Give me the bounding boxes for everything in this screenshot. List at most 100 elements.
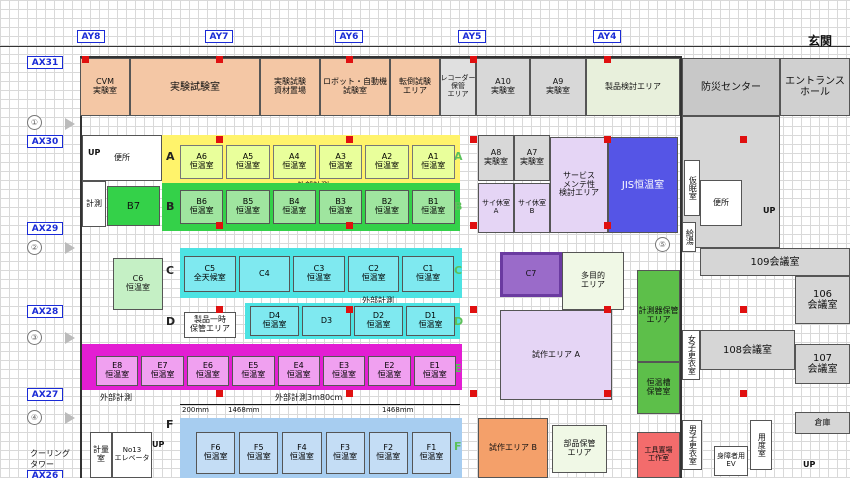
room-b4: B4 恒温室 (272, 190, 316, 224)
column-marker (82, 56, 89, 63)
room-c3: C3 恒温室 (293, 256, 345, 292)
room-e3: E3 恒温室 (322, 356, 366, 386)
room-label: 恒温室 (195, 370, 220, 379)
room-tenso: 転倒試験 エリア (390, 58, 440, 116)
room-label: 恒温室 (282, 206, 307, 215)
room-service-mente: サービス メンテ性 検討エリア (550, 137, 608, 233)
room-toilet-right: 便所 (700, 180, 742, 226)
row-f-rooms: F6 恒温室 F5 恒温室 F4 恒温室 F3 恒温室 F2 恒温室 F1 恒温室 (196, 432, 452, 474)
room-e5: E5 恒温室 (232, 356, 275, 386)
axis-ay7: AY7 (205, 30, 233, 43)
room-f5: F5 恒温室 (239, 432, 279, 474)
dim-b: 1468mm (228, 406, 260, 414)
room-e1: E1 恒温室 (413, 356, 456, 386)
room-recorder: レコーダー 保管 エリア (440, 58, 476, 116)
room-f6: F6 恒温室 (196, 432, 236, 474)
room-b1: B1 恒温室 (411, 190, 455, 224)
room-label: 恒温室 (421, 206, 446, 215)
room-ryokaku: 用度室 (750, 420, 772, 470)
room-kaigi107: 107 会議室 (795, 344, 850, 384)
room-label: 恒温室 (289, 452, 314, 461)
room-label: 恒温室 (246, 452, 271, 461)
room-f1: F1 恒温室 (411, 432, 452, 474)
room-label: 恒温室 (328, 161, 353, 170)
row-letter-d-right: D (454, 315, 464, 328)
genkan-label: 玄関 (808, 34, 833, 48)
row-letter-c-right: C (454, 264, 463, 277)
room-b7: B7 (107, 186, 160, 226)
column-marker (216, 222, 223, 229)
room-label: 恒温室 (418, 320, 443, 329)
room-b5: B5 恒温室 (226, 190, 270, 224)
room-toilet: 便所 (82, 135, 162, 181)
room-cvm: CVM 実験室 (80, 58, 130, 116)
room-c4: C4 (238, 256, 291, 292)
room-a1: A1 恒温室 (411, 145, 455, 179)
row-b-rooms: B6 恒温室 B5 恒温室 B4 恒温室 B3 恒温室 B2 恒温室 B1 恒温室 (180, 190, 455, 224)
circle-mark-4: ④ (27, 410, 42, 425)
axis-ay8: AY8 (77, 30, 105, 43)
room-label: 恒温室 (105, 370, 130, 379)
column-marker (604, 390, 611, 397)
row-e-rooms: E8 恒温室 E7 恒温室 E6 恒温室 E5 恒温室 E4 恒温室 E3 恒温室 E2 恒温室 E1 恒温室 (96, 356, 456, 386)
room-label: 恒温室 (421, 161, 446, 170)
axis-ax28: AX28 (27, 305, 63, 318)
room-e4: E4 恒温室 (277, 356, 320, 386)
room-label: 恒温室 (203, 452, 228, 461)
room-c7: C7 (500, 252, 562, 297)
arrow-icon (65, 118, 75, 130)
axis-ax30: AX30 (27, 135, 63, 148)
room-a9: A9 実験室 (530, 58, 586, 116)
row-letter-a: A (166, 150, 175, 163)
room-d4: D4 恒温室 (250, 306, 299, 336)
column-marker (740, 390, 747, 397)
room-label: 恒温室 (189, 161, 214, 170)
room-label: 恒温室 (262, 320, 287, 329)
toilet-right-label: 便所 (713, 197, 729, 207)
room-a4: A4 恒温室 (272, 145, 316, 179)
room-label: 恒温室 (306, 273, 331, 282)
column-marker (604, 56, 611, 63)
room-e7: E7 恒温室 (141, 356, 184, 386)
room-label: 恒温室 (361, 273, 386, 282)
room-label: 恒温室 (282, 161, 307, 170)
room-label: 恒温室 (374, 161, 399, 170)
column-marker (346, 136, 353, 143)
room-b2: B2 恒温室 (365, 190, 409, 224)
toilet-label: 便所 (114, 152, 130, 162)
row-c-rooms: C5 全天候室 C4 C3 恒温室 C2 恒温室 C1 恒温室 (184, 256, 454, 292)
row-a-rooms: A6 恒温室 A5 恒温室 A4 恒温室 A3 恒温室 A2 恒温室 A1 恒温室 (180, 145, 455, 179)
wall (80, 56, 82, 478)
circle-mark-1: ① (27, 115, 42, 130)
room-label: 恒温室 (333, 452, 358, 461)
dim-full: 外部計測3m80cm (275, 393, 343, 402)
row-letter-b-right: B (454, 200, 463, 213)
circle-mark-2: ② (27, 240, 42, 255)
row-letter-b: B (166, 200, 175, 213)
room-saiki-a: サイ休室 A (478, 183, 514, 233)
room-label: 恒温室 (416, 273, 441, 282)
room-jis: JIS恒温室 (608, 137, 678, 233)
room-label: 恒温室 (241, 370, 266, 379)
wall (0, 46, 850, 47)
room-keisoku: 計測 (82, 181, 106, 227)
cooling-tower-label: クーリング タワー (30, 449, 70, 469)
room-id: D3 (320, 315, 333, 325)
room-id: C4 (259, 268, 270, 278)
axis-ay4: AY4 (593, 30, 621, 43)
room-label: 恒温室 (189, 206, 214, 215)
column-marker (346, 390, 353, 397)
column-marker (470, 222, 477, 229)
room-label: 恒温室 (235, 161, 260, 170)
room-f4: F4 恒温室 (282, 432, 322, 474)
column-marker (740, 306, 747, 313)
column-marker (470, 390, 477, 397)
arrow-icon (65, 242, 75, 254)
room-a2: A2 恒温室 (365, 145, 409, 179)
row-letter-f: F (166, 418, 174, 431)
room-d1: D1 恒温室 (406, 306, 455, 336)
room-jikken-storage: 実験試験 資材置場 (260, 58, 320, 116)
axis-ax31: AX31 (27, 56, 63, 69)
room-saiki-b: サイ休室 B (514, 183, 550, 233)
room-josei: 女子更衣室 (682, 330, 700, 380)
